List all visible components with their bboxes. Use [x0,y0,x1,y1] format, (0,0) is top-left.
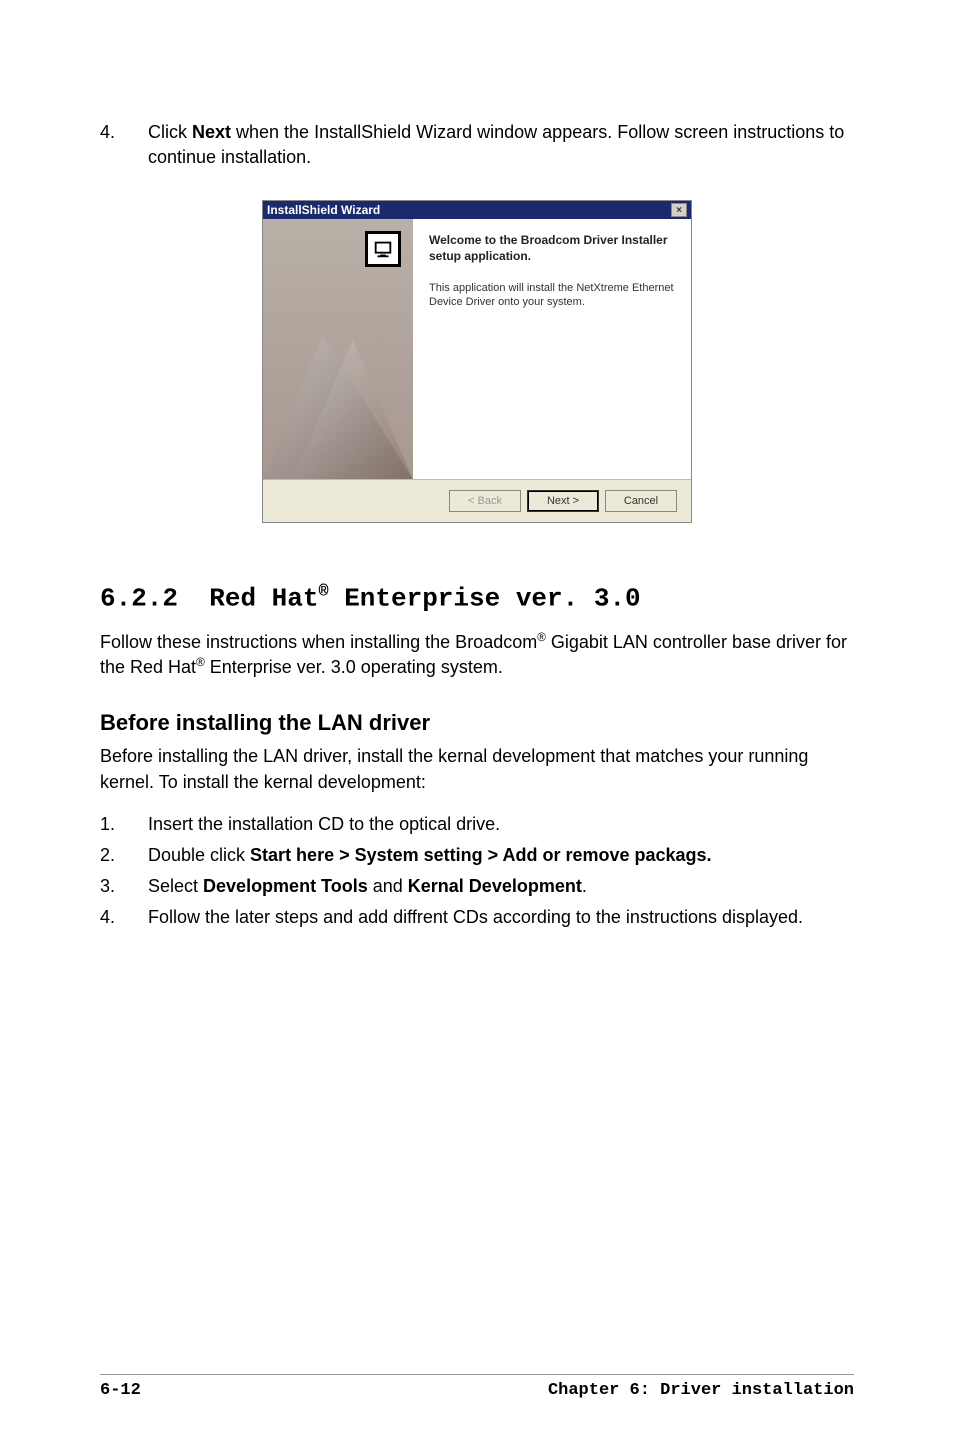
computer-icon [365,231,401,267]
step-text: Select Development Tools and Kernal Deve… [148,873,854,900]
wizard-body: Welcome to the Broadcom Driver Installer… [263,219,691,479]
close-icon[interactable]: × [671,203,687,217]
before-step-2: 2. Double click Start here > System sett… [100,842,854,869]
before-step-1: 1. Insert the installation CD to the opt… [100,811,854,838]
step-number: 1. [100,811,148,838]
back-button: < Back [449,490,521,512]
page-footer: 6-12 Chapter 6: Driver installation [100,1374,854,1400]
registered-mark: ® [537,631,546,644]
before-installing-paragraph: Before installing the LAN driver, instal… [100,744,854,794]
step-mid: and [368,876,408,896]
wizard-description: This application will install the NetXtr… [429,281,675,310]
step-number: 2. [100,842,148,869]
section-6-2-2-heading: 6.2.2 Red Hat® Enterprise ver. 3.0 [100,583,854,614]
step-bold1: Development Tools [203,876,368,896]
wizard-title: InstallShield Wizard [267,203,380,217]
wizard-welcome-heading: Welcome to the Broadcom Driver Installer… [429,233,675,264]
wizard-main-panel: Welcome to the Broadcom Driver Installer… [413,219,691,479]
step-number: 3. [100,873,148,900]
wizard-sidebar-graphic [263,219,413,479]
wizard-screenshot: InstallShield Wizard × Welcome to the Br… [100,200,854,523]
installshield-wizard-window: InstallShield Wizard × Welcome to the Br… [262,200,692,523]
page-number: 6-12 [100,1381,141,1400]
section-title-pre: Red Hat [209,584,318,614]
step-number: 4. [100,904,148,931]
para-post: Enterprise ver. 3.0 operating system. [205,657,503,677]
registered-mark: ® [196,656,205,669]
section-6-2-2-paragraph: Follow these instructions when installin… [100,630,854,680]
step-pre: Select [148,876,203,896]
step-text: Insert the installation CD to the optica… [148,811,854,838]
step-4-text: Click Next when the InstallShield Wizard… [148,120,854,170]
step-4-post: when the InstallShield Wizard window app… [148,122,844,167]
cancel-button[interactable]: Cancel [605,490,677,512]
section-number: 6.2.2 [100,584,178,614]
step-4-number: 4. [100,120,148,170]
step-4-pre: Click [148,122,192,142]
step-text: Double click Start here > System setting… [148,842,854,869]
wizard-titlebar: InstallShield Wizard × [263,201,691,219]
chapter-title: Chapter 6: Driver installation [548,1381,854,1400]
step-pre: Double click [148,845,250,865]
step-4: 4. Click Next when the InstallShield Wiz… [100,120,854,170]
before-step-4: 4. Follow the later steps and add diffre… [100,904,854,931]
step-bold2: Kernal Development [408,876,582,896]
before-step-3: 3. Select Development Tools and Kernal D… [100,873,854,900]
wizard-footer: < Back Next > Cancel [263,479,691,522]
para-pre: Follow these instructions when installin… [100,632,537,652]
step-post: . [582,876,587,896]
registered-mark: ® [318,583,328,602]
step-text: Follow the later steps and add diffrent … [148,904,854,931]
before-installing-heading: Before installing the LAN driver [100,710,854,736]
next-button[interactable]: Next > [527,490,599,512]
step-4-bold: Next [192,122,231,142]
step-bold: Start here > System setting > Add or rem… [250,845,712,865]
section-title-post: Enterprise ver. 3.0 [329,584,641,614]
